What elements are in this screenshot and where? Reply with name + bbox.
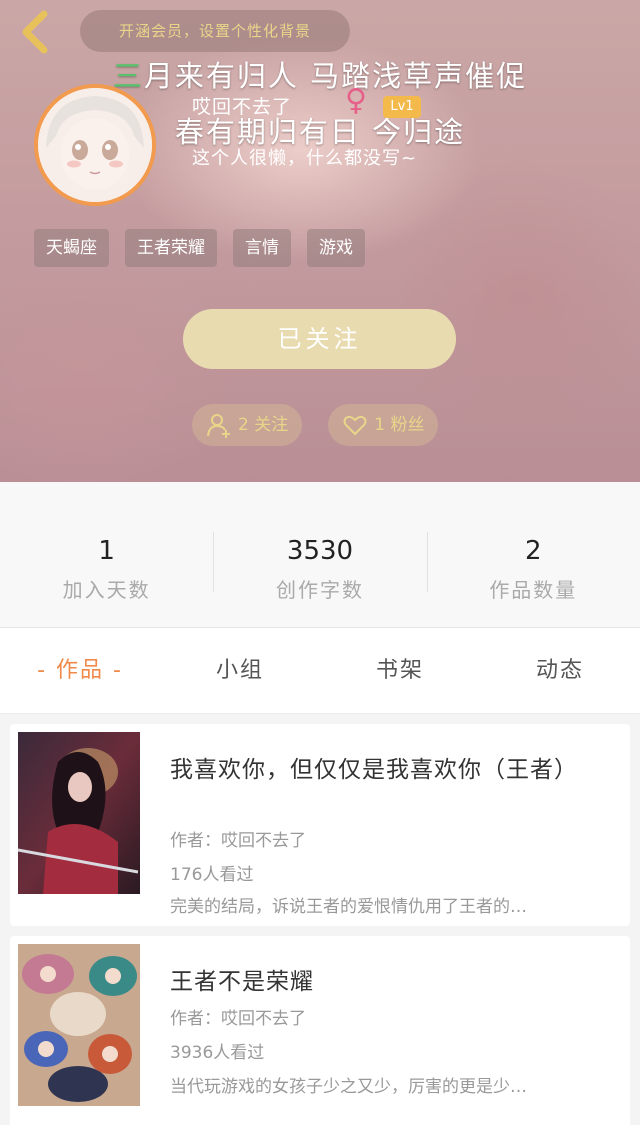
works-list: 我喜欢你，但仅仅是我喜欢你（王者） 作者：哎回不去了 176人看过 完美的结局，… xyxy=(10,724,630,1125)
tab-activity[interactable]: 动态 xyxy=(480,628,640,713)
back-button[interactable] xyxy=(14,8,58,56)
bio: 这个人很懒，什么都没写~ xyxy=(192,148,418,169)
follow-button[interactable]: 已关注 xyxy=(183,309,456,369)
following-count: 2 关注 xyxy=(238,415,289,435)
stat-value: 3530 xyxy=(286,536,354,566)
work-description: 完美的结局，诉说王者的爱恨情仇用了王者的… xyxy=(170,897,527,917)
stat-works-count: 2 作品数量 xyxy=(426,482,640,627)
tab-groups[interactable]: 小组 xyxy=(160,628,320,713)
work-card[interactable]: 王者不是荣耀 作者：哎回不去了 3936人看过 当代玩游戏的女孩子少之又少，厉害… xyxy=(10,936,630,1125)
nickname: 哎回不去了 xyxy=(192,96,293,118)
avatar-image xyxy=(38,88,152,202)
female-icon: ♀ xyxy=(345,83,367,118)
stat-value: 1 xyxy=(98,536,115,566)
follow-stats: 2 关注 1 粉丝 xyxy=(192,404,439,446)
work-author: 作者：哎回不去了 xyxy=(170,1009,306,1029)
chevron-left-icon xyxy=(22,10,48,54)
stat-label: 作品数量 xyxy=(489,578,578,602)
profile-header: 开涵会员，设置个性化背景 三月来有归人 马踏浅草声催促 春有期归有日 今归途 哎… xyxy=(0,0,640,482)
work-cover xyxy=(18,944,140,1106)
work-card[interactable]: 我喜欢你，但仅仅是我喜欢你（王者） 作者：哎回不去了 176人看过 完美的结局，… xyxy=(10,724,630,926)
fans-count: 1 粉丝 xyxy=(374,415,425,435)
signature-line-1: 月来有归人 马踏浅草声催促 xyxy=(143,59,528,93)
stat-word-count: 3530 创作字数 xyxy=(213,482,426,627)
work-title: 王者不是荣耀 xyxy=(170,969,314,995)
tag[interactable]: 游戏 xyxy=(307,229,365,267)
stat-value: 2 xyxy=(525,536,542,566)
tab-bookshelf[interactable]: 书架 xyxy=(320,628,480,713)
work-views: 3936人看过 xyxy=(170,1043,265,1063)
work-description: 当代玩游戏的女孩子少之又少，厉害的更是少… xyxy=(170,1077,527,1097)
add-user-icon xyxy=(207,414,230,438)
work-author: 作者：哎回不去了 xyxy=(170,831,306,851)
level-badge: Lv1 xyxy=(383,96,421,118)
tab-works[interactable]: - 作品 - xyxy=(0,628,160,713)
stat-label: 创作字数 xyxy=(275,578,364,602)
stat-join-days: 1 加入天数 xyxy=(0,482,213,627)
fans-chip[interactable]: 1 粉丝 xyxy=(328,404,439,446)
stats-bar: 1 加入天数 3530 创作字数 2 作品数量 xyxy=(0,482,640,628)
work-views: 176人看过 xyxy=(170,865,254,885)
profile-page: 开涵会员，设置个性化背景 三月来有归人 马踏浅草声催促 春有期归有日 今归途 哎… xyxy=(0,0,640,1125)
work-cover xyxy=(18,732,140,894)
tab-bar: - 作品 - 小组 书架 动态 xyxy=(0,628,640,714)
following-chip[interactable]: 2 关注 xyxy=(192,404,303,446)
tag[interactable]: 王者荣耀 xyxy=(125,229,217,267)
heart-icon xyxy=(343,415,367,436)
tag[interactable]: 天蝎座 xyxy=(34,229,109,267)
cover-image xyxy=(18,944,140,1106)
tag-list: 天蝎座 王者荣耀 言情 游戏 xyxy=(34,229,365,267)
vip-banner[interactable]: 开涵会员，设置个性化背景 xyxy=(80,10,350,52)
stat-label: 加入天数 xyxy=(62,578,151,602)
tag[interactable]: 言情 xyxy=(233,229,291,267)
avatar[interactable] xyxy=(34,84,156,206)
cover-image xyxy=(18,732,140,894)
work-title: 我喜欢你，但仅仅是我喜欢你（王者） xyxy=(170,757,578,783)
